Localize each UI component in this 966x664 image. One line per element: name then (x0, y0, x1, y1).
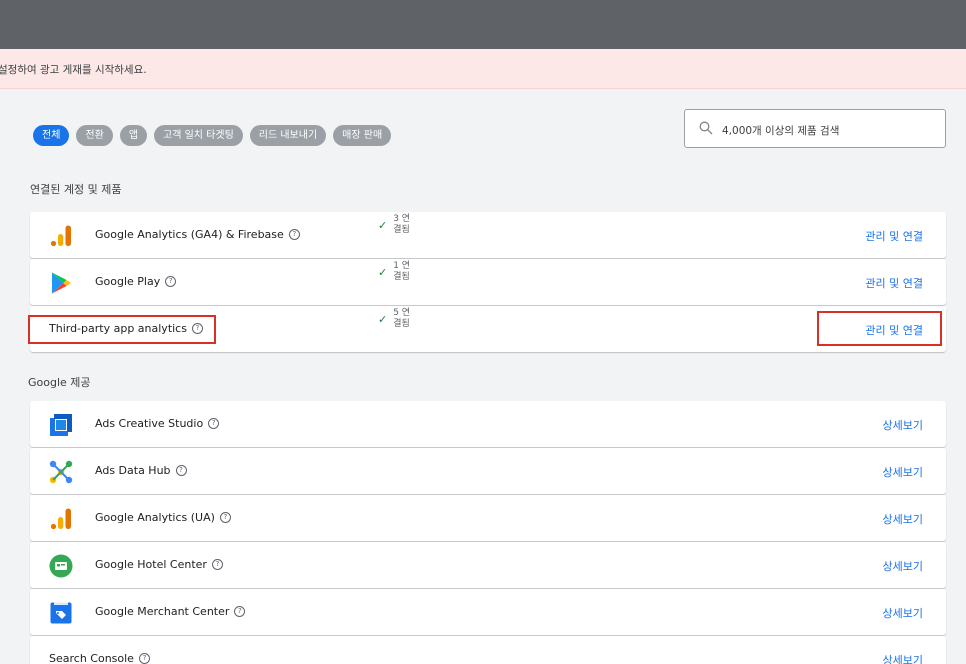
notice-text: 설정하여 광고 게재를 시작하세요. (0, 64, 147, 76)
ads-data-hub-icon (49, 460, 73, 484)
product-name: Google Play ? (95, 275, 177, 288)
help-icon[interactable]: ? (219, 512, 231, 523)
details-link-button[interactable]: 상세보기 (883, 464, 923, 480)
connection-status: ✓ 1 연결됨 (378, 261, 411, 282)
product-name: Google Merchant Center ? (95, 605, 246, 618)
details-link-button[interactable]: 상세보기 (883, 652, 923, 664)
details-link-button[interactable]: 상세보기 (883, 605, 923, 621)
merchant-center-icon (50, 602, 72, 624)
connection-status: ✓ 5 연결됨 (378, 308, 411, 329)
linked-card-google-play: Google Play ? ✓ 1 연결됨 관리 및 연결 (30, 259, 946, 305)
help-icon[interactable]: ? (138, 653, 150, 664)
connection-status: ✓ 3 연결됨 (378, 214, 411, 235)
ads-creative-studio-icon (50, 414, 72, 436)
filter-chip-conversions[interactable]: 전환 (76, 125, 113, 146)
help-icon[interactable]: ? (234, 606, 246, 617)
check-icon: ✓ (378, 219, 388, 232)
google-card-search-console: Search Console ? 상세보기 (30, 636, 946, 664)
product-name: Google Hotel Center ? (95, 558, 223, 571)
product-name: Ads Data Hub ? (95, 464, 187, 477)
product-search-input[interactable]: 4,000개 이상의 제품 검색 (684, 109, 946, 148)
highlight-box-action (817, 311, 942, 346)
check-icon: ✓ (378, 266, 388, 279)
details-link-button[interactable]: 상세보기 (883, 417, 923, 433)
filter-chip-lead-export[interactable]: 리드 내보내기 (249, 125, 327, 146)
search-placeholder: 4,000개 이상의 제품 검색 (722, 125, 840, 137)
help-icon[interactable]: ? (175, 465, 187, 476)
google-analytics-icon (50, 508, 71, 530)
google-play-icon (52, 272, 71, 294)
help-icon[interactable]: ? (165, 276, 177, 287)
product-name: Search Console ? (49, 652, 150, 664)
linked-card-ga4: Google Analytics (GA4) & Firebase ? ✓ 3 … (30, 212, 946, 258)
google-card-hotel-center: Google Hotel Center ? 상세보기 (30, 542, 946, 588)
google-card-merchant-center: Google Merchant Center ? 상세보기 (30, 589, 946, 635)
check-icon: ✓ (378, 313, 388, 326)
notice-banner: 설정하여 광고 게재를 시작하세요. (0, 49, 966, 89)
help-icon[interactable]: ? (208, 418, 220, 429)
help-icon[interactable]: ? (288, 229, 300, 240)
filter-chip-all[interactable]: 전체 (33, 125, 70, 146)
hotel-center-icon (49, 554, 73, 578)
details-link-button[interactable]: 상세보기 (883, 558, 923, 574)
product-name: Ads Creative Studio ? (95, 417, 220, 430)
google-analytics-icon (50, 225, 71, 247)
filter-chip-store-sales[interactable]: 매장 판매 (333, 125, 392, 146)
google-card-ads-data-hub: Ads Data Hub ? 상세보기 (30, 448, 946, 494)
google-section-title: Google 제공 (28, 376, 91, 389)
highlight-box-name (28, 315, 216, 344)
help-icon[interactable]: ? (211, 559, 223, 570)
filter-chip-apps[interactable]: 앱 (119, 125, 148, 146)
search-icon (699, 121, 713, 135)
product-name: Google Analytics (UA) ? (95, 511, 231, 524)
google-card-analytics-ua: Google Analytics (UA) ? 상세보기 (30, 495, 946, 541)
top-app-bar (0, 0, 966, 49)
filter-chip-customer-match[interactable]: 고객 일치 타겟팅 (154, 125, 243, 146)
manage-link-button[interactable]: 관리 및 연결 (865, 228, 923, 244)
linked-section-title: 연결된 계정 및 제품 (30, 183, 122, 196)
google-card-ads-creative-studio: Ads Creative Studio ? 상세보기 (30, 401, 946, 447)
filter-chips: 전체 전환 앱 고객 일치 타겟팅 리드 내보내기 매장 판매 (33, 125, 392, 146)
manage-link-button[interactable]: 관리 및 연결 (865, 275, 923, 291)
product-name: Google Analytics (GA4) & Firebase ? (95, 228, 300, 241)
details-link-button[interactable]: 상세보기 (883, 511, 923, 527)
